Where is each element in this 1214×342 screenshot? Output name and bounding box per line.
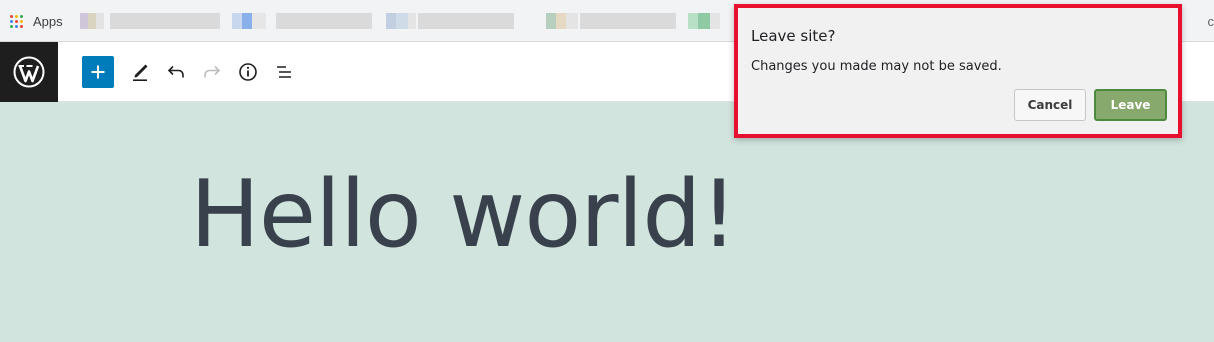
wordpress-logo-button[interactable] <box>0 42 58 102</box>
apps-grid-icon <box>10 14 24 29</box>
blurred-bookmark[interactable] <box>580 13 676 29</box>
redo-icon <box>204 65 221 78</box>
redo-button[interactable] <box>196 56 228 88</box>
blurred-bookmark[interactable] <box>110 13 220 29</box>
blurred-bookmark[interactable] <box>546 13 578 29</box>
dialog-message: Changes you made may not be saved. <box>751 59 1002 74</box>
dialog-title: Leave site? <box>751 27 836 45</box>
pencil-icon <box>133 64 148 81</box>
leave-button[interactable]: Leave <box>1094 89 1167 121</box>
apps-bookmark[interactable]: Apps <box>10 14 63 29</box>
undo-icon <box>167 65 184 78</box>
list-view-icon <box>277 66 291 78</box>
tools-button[interactable] <box>124 56 156 88</box>
bookmarks-edge-text: c <box>1207 14 1214 29</box>
blurred-bookmark[interactable] <box>276 13 372 29</box>
blurred-bookmark[interactable] <box>232 13 266 29</box>
apps-label: Apps <box>33 14 63 29</box>
plus-icon <box>91 65 105 79</box>
info-icon <box>239 63 257 81</box>
leave-site-dialog: Leave site? Changes you made may not be … <box>734 4 1182 138</box>
blurred-bookmark[interactable] <box>688 13 720 29</box>
add-block-button[interactable] <box>82 56 114 88</box>
undo-button[interactable] <box>160 56 192 88</box>
wordpress-logo-icon <box>13 56 45 88</box>
post-title[interactable]: Hello world! <box>190 168 738 261</box>
list-view-button[interactable] <box>268 56 300 88</box>
details-button[interactable] <box>232 56 264 88</box>
cancel-button[interactable]: Cancel <box>1014 89 1086 121</box>
editor-canvas: Hello world! <box>0 102 1214 342</box>
blurred-bookmark[interactable] <box>80 13 104 29</box>
blurred-bookmark[interactable] <box>386 13 416 29</box>
blurred-bookmark[interactable] <box>418 13 514 29</box>
